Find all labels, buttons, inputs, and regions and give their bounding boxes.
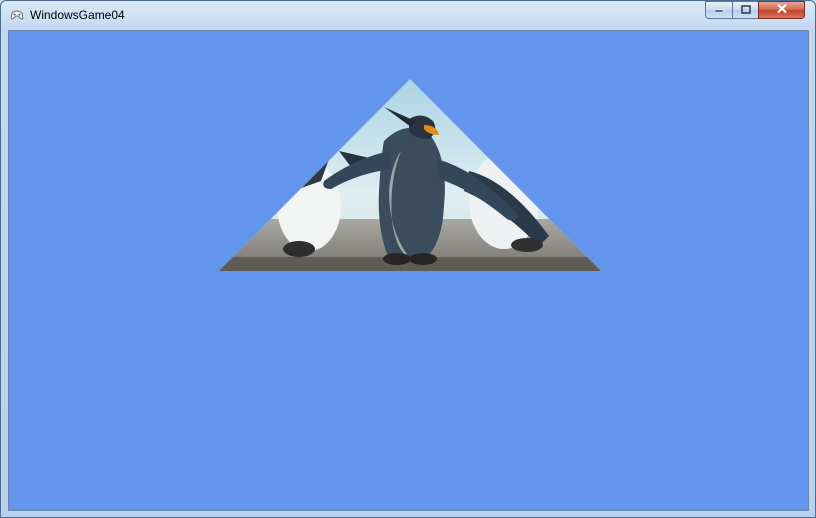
gamepad-icon <box>9 7 25 23</box>
close-icon <box>776 1 788 19</box>
caption-buttons <box>705 1 809 21</box>
window-title: WindowsGame04 <box>30 8 125 22</box>
textured-triangle <box>219 79 601 271</box>
title-bar[interactable]: WindowsGame04 <box>1 1 815 29</box>
maximize-button[interactable] <box>732 1 758 19</box>
game-viewport[interactable] <box>8 30 809 511</box>
game-window: WindowsGame04 <box>0 0 816 518</box>
minimize-icon <box>714 1 724 19</box>
minimize-button[interactable] <box>705 1 732 19</box>
maximize-icon <box>740 1 751 19</box>
close-button[interactable] <box>758 1 805 19</box>
scene <box>219 79 601 271</box>
